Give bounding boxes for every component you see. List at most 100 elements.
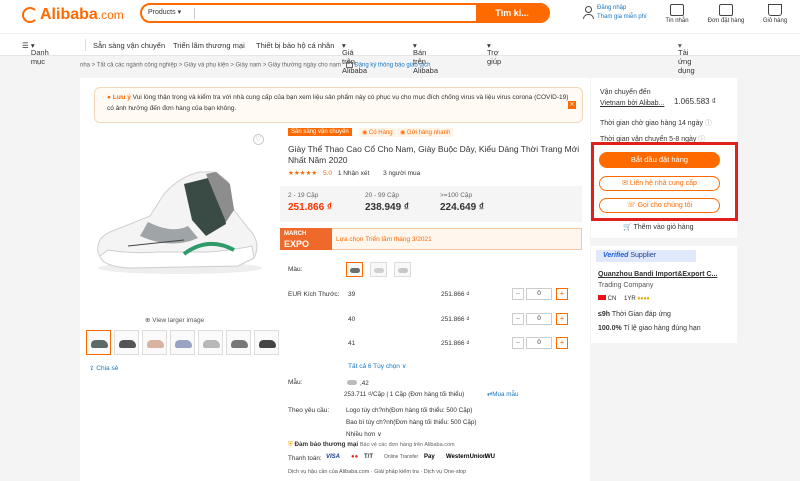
product-main-image[interactable] [88, 150, 266, 280]
response-time: ≤9h Thời Gian đáp ứng [598, 311, 671, 318]
payment-label: Thanh toán: [288, 455, 322, 462]
logo-text: Alibaba [40, 6, 98, 23]
ship-to-label: Vận chuyển đến [600, 89, 651, 96]
visa-logo: VISA [326, 454, 341, 460]
nav-item-sell-on-alibaba[interactable]: Bán trên Alibaba ▾ [413, 41, 438, 75]
fast-dispatch-badge: ◉ Gửi hàng nhanh [397, 128, 454, 137]
nav-divider [85, 39, 86, 51]
mastercard-logo: ●● [351, 454, 359, 460]
orders-icon [719, 4, 733, 16]
get-app-link[interactable]: Tải ứng dụng ▾ [678, 41, 695, 75]
size-price: 251.866 ₫ [441, 291, 470, 298]
thumbnail[interactable] [198, 330, 223, 355]
thumbnail[interactable] [86, 330, 111, 355]
rating-stars-icon: ★★★★★ [288, 170, 318, 177]
wu-logo: WU [485, 454, 495, 460]
customize-label: Theo yêu cầu: [288, 407, 330, 414]
thumbnail[interactable] [226, 330, 251, 355]
decrement-button[interactable]: − [512, 313, 524, 325]
nav-item-ppe[interactable]: Thiết bị bảo hộ cá nhân [256, 41, 334, 50]
all-options-link[interactable]: Tất cả 6 Tùy chọn ∨ [348, 362, 406, 370]
buy-sample-link[interactable]: ⇄Mua mẫu [487, 391, 519, 398]
breadcrumb: nha > Tất cả các ngành công nghiệp > Già… [80, 62, 430, 69]
logo-icon [22, 7, 38, 23]
ready-to-ship-badge: Sẵn sàng vận chuyển [288, 128, 352, 136]
decrement-button[interactable]: − [512, 337, 524, 349]
search-button[interactable]: Tìm ki... [476, 5, 548, 21]
highlight-box [591, 142, 738, 221]
mail-icon [345, 62, 353, 68]
quantity-input[interactable]: 0 [526, 288, 552, 300]
rating-value: 5.0 [322, 170, 332, 177]
decrement-button[interactable]: − [512, 288, 524, 300]
thumbnail[interactable] [254, 330, 279, 355]
thumbnail[interactable] [170, 330, 195, 355]
share-link[interactable]: ⇪ Chia sẻ [89, 364, 118, 372]
march-expo-logo: MARCH EXPO [280, 228, 332, 250]
close-notice-icon[interactable]: ✕ [568, 101, 576, 109]
notice-text: Vui lòng thận trọng và kiểm tra với nhà … [107, 94, 569, 112]
trade-assurance: ⛨ Đảm bảo thương mại Bảo vệ các đơn hàng… [288, 441, 455, 449]
expo-line1: MARCH [284, 231, 307, 237]
increment-button[interactable]: + [556, 288, 568, 300]
color-swatch[interactable] [394, 262, 411, 277]
supplier-meta: CN 1YR ♦♦♦♦ [598, 295, 650, 302]
categories-menu[interactable]: ☰ Danh mục ▾ [22, 41, 49, 66]
quantity-stepper: − 0 + [512, 337, 568, 350]
search-bar: Products ▾ Tìm ki... [140, 3, 550, 23]
message-icon [670, 4, 684, 16]
supplier-type: Trading Company [598, 282, 654, 289]
cart-button[interactable]: Giỏ hàng [760, 4, 790, 24]
sample-price: 253.711 ₫/Cặp | 1 Cặp (Đơn hàng tối thiể… [344, 391, 465, 398]
increment-button[interactable]: + [556, 313, 568, 325]
cart-icon [768, 4, 782, 16]
apple-pay-logo: Pay [424, 454, 435, 460]
sample-size: ,42 [347, 380, 369, 387]
add-to-cart-link[interactable]: 🛒 Thêm vào giỏ hàng [623, 223, 693, 231]
increment-button[interactable]: + [556, 337, 568, 349]
size-value: 39 [348, 291, 356, 298]
orders-button[interactable]: Đơn đặt hàng [704, 4, 748, 24]
color-swatch[interactable] [370, 262, 387, 277]
size-label: EUR Kích Thước: [288, 291, 340, 298]
supplier-name-link[interactable]: Quanzhou Bandi Import&Export C... [598, 271, 717, 278]
diamond-rating-icon: ♦♦♦♦ [637, 296, 650, 302]
sample-label: Mẫu: [288, 379, 303, 386]
thumbnail-strip [86, 330, 279, 355]
assurance-desc: Bảo vệ các đơn hàng trên Alibaba.com [359, 442, 455, 448]
size-price: 251.866 ₫ [441, 316, 470, 323]
thumbnail[interactable] [142, 330, 167, 355]
expo-text: Lựa chọn Triển lãm tháng 3/2021 [336, 236, 432, 243]
signin-link[interactable]: Đăng nhập [597, 5, 626, 11]
price-tier: >=100 Cặp 224.649 ₫ [440, 192, 485, 213]
subscribe-link[interactable]: Đăng ký thông báo giao dịch [354, 63, 430, 69]
quantity-input[interactable]: 0 [526, 313, 552, 325]
info-icon[interactable]: ⓘ [705, 120, 712, 127]
favorite-heart-icon[interactable]: ♡ [253, 134, 264, 145]
thumbnail[interactable] [114, 330, 139, 355]
join-link[interactable]: Tham gia miễn phí [597, 14, 647, 20]
review-count[interactable]: 1 Nhận xét [338, 170, 369, 177]
size-value: 41 [348, 340, 356, 347]
more-customize-link[interactable]: Nhiều hơn ∨ [346, 431, 382, 438]
product-title: Giày Thể Thao Cao Cổ Cho Nam, Giày Buộc … [288, 144, 580, 165]
quantity-input[interactable]: 0 [526, 337, 552, 349]
view-larger-link[interactable]: ⊕ View larger image [145, 316, 204, 324]
color-label: Màu: [288, 266, 303, 273]
alibaba-logo[interactable]: Alibaba .com [22, 6, 124, 24]
price-tier: 20 - 99 Cặp 238.949 ₫ [365, 192, 410, 213]
nav-item-ready-to-ship[interactable]: Sẵn sàng vận chuyển [93, 41, 165, 50]
messages-button[interactable]: Tin nhắn [662, 4, 692, 24]
expo-line2: EXPO [284, 239, 310, 249]
ship-method-link[interactable]: Vietnam bởi Alibab... [600, 100, 664, 107]
in-stock-badge: ◉ Có Hàng [359, 128, 396, 137]
nav-item-buy-on-alibaba[interactable]: Giá trên Alibaba ▾ [342, 41, 367, 75]
nav-item-help[interactable]: Trợ giúp ▾ [487, 41, 501, 66]
breadcrumb-path[interactable]: nha > Tất cả các ngành công nghiệp > Già… [80, 63, 341, 69]
service-links[interactable]: Dịch vụ hậu cần của Alibaba.com · Giải p… [288, 469, 466, 475]
search-category-select[interactable]: Products ▾ [148, 8, 181, 16]
color-swatch[interactable] [346, 262, 363, 277]
lead-time: Thời gian chờ giao hàng 14 ngày ⓘ [600, 120, 712, 127]
nav-bar: ☰ Danh mục ▾ Sẵn sàng vận chuyển Triển l… [0, 33, 800, 75]
nav-item-trade-shows[interactable]: Triển lãm thương mại [173, 41, 245, 50]
